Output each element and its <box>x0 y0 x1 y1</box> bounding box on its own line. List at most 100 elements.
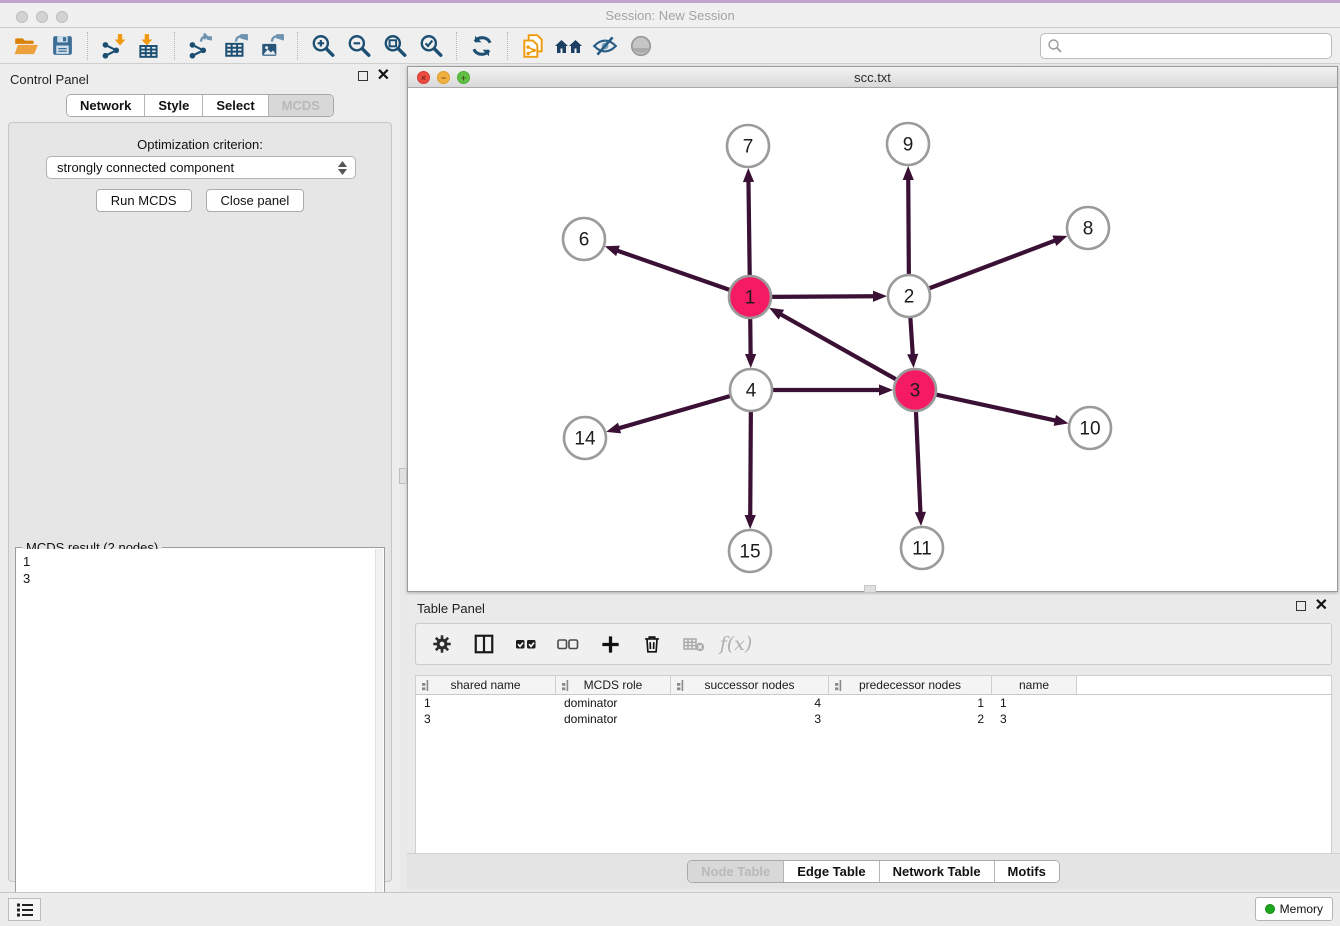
column-header-predecessor-nodes[interactable]: predecessor nodes <box>829 676 992 694</box>
graph-edge-1-2[interactable] <box>769 296 875 297</box>
graph-node-8[interactable]: 8 <box>1067 207 1109 249</box>
tab-mcds[interactable]: MCDS <box>268 95 333 116</box>
table-cell: 1 <box>992 695 1077 711</box>
function-builder-icon[interactable]: f(x) <box>722 630 750 658</box>
column-header-successor-nodes[interactable]: successor nodes <box>671 676 829 694</box>
panel-splitter-handle[interactable] <box>399 468 407 484</box>
table-cell: 2 <box>829 711 992 727</box>
graph-node-3[interactable]: 3 <box>894 369 936 411</box>
toolbar-separator <box>507 32 508 60</box>
export-image-icon[interactable] <box>254 31 290 61</box>
graph-edge-2-8[interactable] <box>927 240 1056 289</box>
zoom-in-icon[interactable] <box>305 31 341 61</box>
import-table-icon[interactable] <box>131 31 167 61</box>
network-window-titlebar[interactable]: × − + scc.txt <box>408 67 1337 88</box>
result-scrollbar[interactable] <box>375 549 383 926</box>
zoom-fit-icon[interactable] <box>377 31 413 61</box>
table-splitter-handle[interactable] <box>864 585 876 593</box>
table-row[interactable]: 3dominator323 <box>416 711 1331 727</box>
control-panel-tabs: Network Style Select MCDS <box>66 94 334 117</box>
graph-edge-arrowhead <box>606 423 621 434</box>
table-tabs-bar: Node Table Edge Table Network Table Moti… <box>407 853 1340 889</box>
task-history-button[interactable] <box>8 898 41 921</box>
graph-node-4[interactable]: 4 <box>730 369 772 411</box>
close-panel-button[interactable]: Close panel <box>206 189 305 212</box>
tab-edge-table[interactable]: Edge Table <box>783 861 878 882</box>
search-input[interactable] <box>1040 33 1332 59</box>
graph-node-7[interactable]: 7 <box>727 125 769 167</box>
graph-edge-3-11[interactable] <box>916 409 921 514</box>
show-eye-icon[interactable] <box>623 31 659 61</box>
export-table-icon[interactable] <box>218 31 254 61</box>
home-layout-icon[interactable] <box>551 31 587 61</box>
result-line: 1 <box>23 553 369 570</box>
table-cell: 4 <box>671 695 829 711</box>
graph-node-label: 8 <box>1083 219 1094 240</box>
criterion-value: strongly connected component <box>57 160 234 175</box>
table-settings-icon[interactable] <box>428 630 456 658</box>
window-title-bar: Session: New Session <box>0 0 1340 28</box>
column-layout-icon[interactable] <box>470 630 498 658</box>
tab-network[interactable]: Network <box>67 95 144 116</box>
toolbar-search <box>1040 33 1332 59</box>
graph-edge-arrowhead <box>1052 236 1067 246</box>
toolbar-separator <box>87 32 88 60</box>
delete-column-icon[interactable] <box>638 630 666 658</box>
export-network-icon[interactable] <box>182 31 218 61</box>
node-table[interactable]: shared nameMCDS rolesuccessor nodesprede… <box>415 675 1332 855</box>
graph-edge-2-9[interactable] <box>908 178 909 277</box>
graph-edge-arrowhead <box>769 308 784 320</box>
graph-node-14[interactable]: 14 <box>564 417 606 459</box>
add-column-icon[interactable] <box>596 630 624 658</box>
graph-edge-4-15[interactable] <box>750 409 751 517</box>
graph-node-10[interactable]: 10 <box>1069 407 1111 449</box>
mcds-result-box: MCDS result (2 nodes) 1 3 <box>15 547 385 926</box>
memory-button[interactable]: Memory <box>1255 897 1333 921</box>
zoom-selected-icon[interactable] <box>413 31 449 61</box>
column-header-name[interactable]: name <box>992 676 1077 694</box>
network-files-icon[interactable] <box>515 31 551 61</box>
hide-eye-icon[interactable] <box>587 31 623 61</box>
graph-edge-3-10[interactable] <box>934 394 1057 421</box>
mcds-result-text[interactable]: 1 3 <box>17 549 375 926</box>
close-table-panel-icon[interactable]: ✕ <box>1315 601 1328 611</box>
graph-node-15[interactable]: 15 <box>729 530 771 572</box>
select-stepper-icon <box>338 161 347 175</box>
graph-edge-1-6[interactable] <box>616 250 732 291</box>
close-panel-icon[interactable]: ✕ <box>377 71 390 81</box>
criterion-select[interactable]: strongly connected component <box>46 156 356 179</box>
graph-edge-2-3[interactable] <box>910 315 913 356</box>
column-header-MCDS-role[interactable]: MCDS role <box>556 676 671 694</box>
select-all-checks-icon[interactable] <box>512 630 540 658</box>
tab-motifs[interactable]: Motifs <box>994 861 1059 882</box>
network-canvas[interactable]: 7 9 6 8 1 2 4 3 14 10 15 11 <box>408 88 1337 591</box>
graph-node-1[interactable]: 1 <box>729 276 771 318</box>
deselect-all-checks-icon[interactable] <box>554 630 582 658</box>
graph-node-2[interactable]: 2 <box>888 275 930 317</box>
import-network-icon[interactable] <box>95 31 131 61</box>
table-header-row: shared nameMCDS rolesuccessor nodesprede… <box>416 676 1331 695</box>
application-window: Session: New Session <box>0 0 1340 926</box>
graph-node-9[interactable]: 9 <box>887 123 929 165</box>
column-header-shared-name[interactable]: shared name <box>416 676 556 694</box>
refresh-layout-icon[interactable] <box>464 31 500 61</box>
tab-network-table[interactable]: Network Table <box>879 861 994 882</box>
run-mcds-button[interactable]: Run MCDS <box>96 189 192 212</box>
graph-node-11[interactable]: 11 <box>901 527 943 569</box>
tab-node-table[interactable]: Node Table <box>688 861 783 882</box>
zoom-out-icon[interactable] <box>341 31 377 61</box>
float-table-panel-icon[interactable] <box>1296 601 1306 611</box>
float-panel-icon[interactable] <box>358 71 368 81</box>
delete-table-icon[interactable] <box>680 630 708 658</box>
graph-edge-3-1[interactable] <box>780 314 899 381</box>
save-session-icon[interactable] <box>44 31 80 61</box>
tab-style[interactable]: Style <box>144 95 202 116</box>
open-folder-icon[interactable] <box>8 31 44 61</box>
graph-edge-1-7[interactable] <box>748 180 749 278</box>
graph-node-6[interactable]: 6 <box>563 218 605 260</box>
graph-edge-4-14[interactable] <box>618 395 733 428</box>
table-row[interactable]: 1dominator411 <box>416 695 1331 711</box>
mcds-tab-content: Optimization criterion: strongly connect… <box>8 122 392 882</box>
table-cell: 1 <box>829 695 992 711</box>
tab-select[interactable]: Select <box>202 95 267 116</box>
